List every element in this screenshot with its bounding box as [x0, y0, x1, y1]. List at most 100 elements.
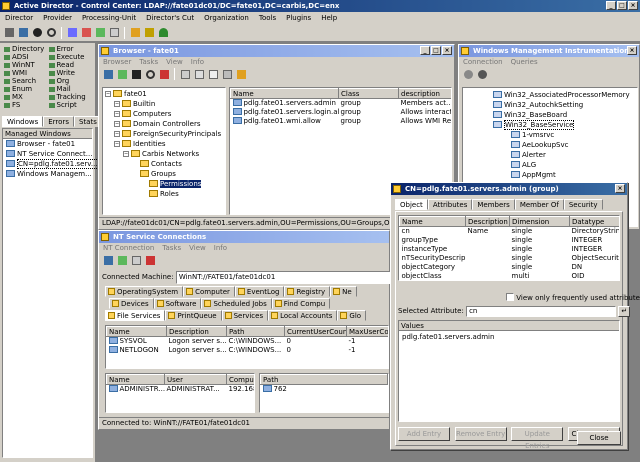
nt-tab[interactable]: OperatingSystem	[105, 286, 184, 297]
column-header[interactable]: description	[398, 88, 451, 99]
nt-tab[interactable]: Services	[221, 310, 269, 321]
search-icon[interactable]	[45, 27, 57, 39]
wmi-class-item[interactable]: 1-vmsrvc	[493, 130, 635, 140]
browser-menu-item[interactable]: Browser	[99, 57, 135, 67]
properties-icon[interactable]	[179, 68, 191, 80]
managed-window-item[interactable]: NT Service Connect...	[3, 149, 92, 159]
function-button[interactable]: FS	[4, 101, 47, 109]
tree-item[interactable]: − Carbis Networks	[105, 149, 223, 159]
expand-icon[interactable]: −	[114, 121, 120, 127]
column-header[interactable]: Description	[465, 216, 510, 227]
table-row[interactable]: objectCategory single DN	[400, 263, 620, 272]
table-row[interactable]: pdlg.fate01.servers.login.allowgroup Allo…	[231, 108, 451, 117]
table-row[interactable]: cn Name single DirectoryString	[400, 227, 620, 236]
browser-menu-item[interactable]: View	[162, 57, 187, 67]
wmi-menu-item[interactable]: Queries	[507, 57, 542, 67]
tree-item[interactable]: − Domain Controllers	[105, 119, 223, 129]
browser-minimize-button[interactable]: _	[420, 46, 430, 55]
column-header[interactable]: Name	[230, 88, 339, 99]
browser-menu-item[interactable]: Tasks	[135, 57, 162, 67]
wmi-class-item[interactable]: AeLookupSvc	[493, 140, 635, 150]
table-row[interactable]: objectClass multi OID	[400, 272, 620, 280]
maximize-button[interactable]: □	[617, 1, 627, 10]
function-button[interactable]: Search	[4, 77, 47, 85]
function-button[interactable]: MX	[4, 93, 47, 101]
column-header[interactable]: CurrentUserCount	[284, 326, 347, 337]
selected-attribute-field[interactable]: cn	[466, 306, 617, 317]
expand-icon[interactable]: −	[123, 151, 129, 157]
column-header[interactable]: MaxUserCou	[346, 326, 388, 337]
dialog-tab[interactable]: Attributes	[427, 199, 473, 210]
tree-item[interactable]: − Computers	[105, 109, 223, 119]
table-row[interactable]: instanceType single INTEGER	[400, 245, 620, 254]
wmi-class-item[interactable]: ALG	[493, 160, 635, 170]
nt-tab[interactable]: Devices	[109, 298, 154, 309]
run-icon[interactable]	[462, 68, 474, 80]
nt-menu-item[interactable]: Info	[210, 243, 231, 253]
table-row[interactable]: ADMINISTR... ADMINISTRAT... 192.168	[107, 385, 254, 394]
nt-tab[interactable]: Local Accounts	[268, 310, 338, 321]
minimize-button[interactable]: _	[606, 1, 616, 10]
managed-window-item[interactable]: Browser - fate01	[3, 139, 92, 149]
column-header[interactable]: User	[164, 374, 227, 385]
column-header[interactable]: Compute	[226, 374, 254, 385]
close-button[interactable]: ×	[628, 1, 638, 10]
function-button[interactable]: Mail	[48, 85, 92, 93]
lock-icon[interactable]	[143, 27, 155, 39]
value-item[interactable]: pdlg.fate01.servers.admin	[402, 332, 616, 342]
refresh-icon[interactable]	[116, 68, 128, 80]
wmi-class-item[interactable]: Win32_AssociatedProcessorMemory	[493, 90, 635, 100]
menu-item[interactable]: Help	[316, 12, 342, 24]
wmi-class-item[interactable]: Alerter	[493, 150, 635, 160]
binoculars-icon[interactable]	[130, 68, 142, 80]
nt-menu-item[interactable]: Tasks	[158, 243, 185, 253]
nt-tab[interactable]: Glo	[337, 310, 367, 321]
wmi-class-item[interactable]: Win32_AutochkSetting	[493, 100, 635, 110]
nt-tab[interactable]: Software	[153, 298, 202, 309]
tree-item[interactable]: − Builtin	[105, 99, 223, 109]
dialog-action-button[interactable]: Add Entry	[398, 427, 450, 441]
menu-item[interactable]: Processing-Unit	[77, 12, 141, 24]
refresh-icon[interactable]	[116, 254, 128, 266]
table-row[interactable]: pdlg.fate01.servers.admin group Members ac…	[231, 99, 451, 108]
function-button[interactable]: Script	[48, 101, 92, 109]
expand-icon[interactable]: −	[114, 141, 120, 147]
dialog-action-button[interactable]: Remove Entry	[454, 427, 507, 441]
tree-item[interactable]: Groups	[105, 169, 223, 179]
expand-icon[interactable]: −	[114, 131, 120, 137]
dialog-tab[interactable]: Members	[472, 199, 515, 210]
column-header[interactable]: Dimension	[509, 216, 570, 227]
function-button[interactable]: Org	[48, 77, 92, 85]
table-row[interactable]: pdlg.fate01.wmi.allow group Allows WMI Re.…	[231, 117, 451, 126]
move-icon[interactable]	[221, 68, 233, 80]
function-button[interactable]: WinNT	[4, 61, 47, 69]
nt-tab[interactable]: Registry	[284, 286, 331, 297]
function-button[interactable]: Tracking	[48, 93, 92, 101]
stop-icon[interactable]	[476, 68, 488, 80]
left-tab[interactable]: Errors	[43, 116, 74, 127]
connect-icon[interactable]	[3, 27, 15, 39]
column-header[interactable]: Name	[399, 216, 466, 227]
function-button[interactable]: Execute	[48, 53, 92, 61]
function-button[interactable]: Read	[48, 61, 92, 69]
wmi-class-item[interactable]: AppMgmt	[493, 170, 635, 180]
close-dialog-button[interactable]: Close	[577, 431, 621, 445]
refresh-icon[interactable]	[94, 27, 106, 39]
frequent-attributes-checkbox[interactable]	[506, 293, 514, 301]
column-header[interactable]: Name	[106, 374, 165, 385]
nt-tab[interactable]: Computer	[183, 286, 235, 297]
copy-icon[interactable]	[108, 27, 120, 39]
managed-window-item[interactable]: CN=pdlg.fate01.serv...	[3, 159, 99, 169]
managed-window-item[interactable]: Windows Managem...	[3, 169, 92, 179]
tree-icon[interactable]	[157, 27, 169, 39]
menu-item[interactable]: Tools	[254, 12, 281, 24]
wmi-menu-item[interactable]: Connection	[459, 57, 507, 67]
nt-menu-item[interactable]: NT Connection	[99, 243, 158, 253]
search-icon[interactable]	[144, 68, 156, 80]
tree-item[interactable]: Permissions	[105, 179, 223, 189]
dialog-close-button[interactable]: ×	[615, 184, 625, 193]
menu-item[interactable]: Provider	[38, 12, 77, 24]
enter-icon[interactable]: ↵	[618, 306, 631, 317]
properties-icon[interactable]	[130, 254, 142, 266]
nt-tab[interactable]: EventLog	[234, 286, 285, 297]
